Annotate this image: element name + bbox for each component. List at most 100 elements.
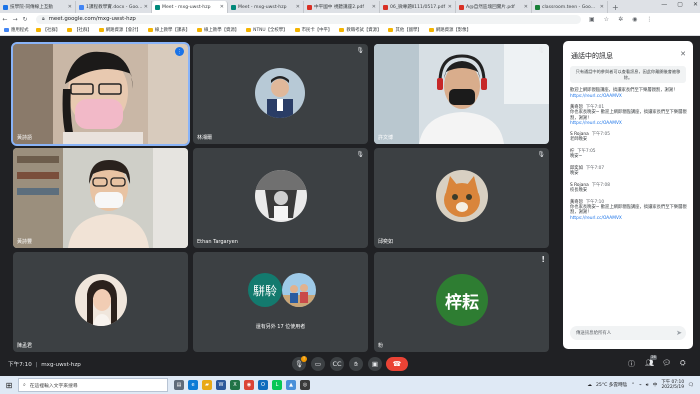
back-icon[interactable]: ←	[0, 16, 10, 23]
reload-icon[interactable]: ↻	[20, 16, 30, 23]
menu-icon[interactable]: ⋮	[646, 16, 652, 23]
browser-tab[interactable]: Meet - mxg-uwst-hzp ✕	[228, 1, 304, 13]
camera-icon[interactable]: ▣	[589, 16, 595, 23]
participant-name: 陳孟君	[17, 343, 33, 349]
windows-taskbar: ⊞ ⌕ 在這裡輸入文字來搜尋 ▤ e ▰ W X ◉ O L ▲ ◎ ☁ 25°…	[0, 376, 700, 394]
participant-tile-7[interactable]: 陳孟君	[13, 252, 188, 352]
raise-hand-button[interactable]: ✋︎	[349, 357, 363, 371]
participant-name: 許文博	[378, 135, 394, 141]
tab-favicon-icon	[155, 4, 160, 10]
tab-close-icon[interactable]: ✕	[448, 4, 452, 10]
windows-start-icon[interactable]: ⊞	[0, 381, 18, 390]
send-icon[interactable]: ➤	[676, 329, 682, 337]
close-icon[interactable]: ✕	[680, 50, 686, 58]
chrome-icon[interactable]: ◉	[244, 380, 254, 390]
participant-tile-9[interactable]: 梓耘 ! 粉	[374, 252, 549, 352]
outlook-icon[interactable]: O	[258, 380, 268, 390]
taskbar-clock[interactable]: 下午 07:10 2022/5/19	[661, 380, 684, 390]
volume-icon[interactable]: 🔊︎	[646, 382, 649, 388]
participant-name: 粉	[378, 343, 384, 349]
profile-icon[interactable]: ◉	[632, 16, 637, 23]
tray-arrow-icon[interactable]: ⌃	[631, 383, 635, 388]
forward-icon[interactable]: →	[10, 16, 20, 23]
folder-icon	[294, 28, 300, 32]
bookmark-item[interactable]: NTNU【全校學】	[246, 27, 288, 33]
bookmark-item[interactable]: 其他【國學】	[388, 27, 422, 33]
extensions-icon[interactable]: ✲	[618, 16, 623, 23]
tab-close-icon[interactable]: ✕	[220, 4, 224, 10]
chat-icon[interactable]: 💬︎	[662, 359, 671, 367]
folder-icon	[246, 28, 252, 32]
bookmark-item[interactable]: 市民卡【中平】	[294, 27, 332, 33]
word-icon[interactable]: W	[216, 380, 226, 390]
camera-app-icon[interactable]: ◎	[300, 380, 310, 390]
bookmark-item[interactable]: 【社群】	[67, 27, 92, 33]
folder-icon	[147, 28, 153, 32]
browser-tab[interactable]: 技學院-同傳線上互動 ✕	[0, 1, 76, 13]
participant-tile-3[interactable]: 🎙︎ 許文博	[374, 44, 549, 144]
taskbar-search-input[interactable]: ⌕ 在這裡輸入文字來搜尋	[18, 378, 168, 392]
maximize-icon[interactable]: ▢	[677, 1, 683, 8]
browser-tab[interactable]: 中平國中 視聽講座2.pdf ✕	[304, 1, 380, 13]
captions-button[interactable]: CC	[330, 357, 344, 371]
meeting-code: mxg-uwst-hzp	[41, 362, 81, 368]
minimize-icon[interactable]: —	[661, 1, 667, 8]
participant-tile-2[interactable]: 🎙︎ 林湘爾	[193, 44, 368, 144]
chat-link[interactable]: https://reurl.cc/OAAMVX	[570, 216, 687, 221]
browser-tab[interactable]: A@自然區塊回實片.pdf ✕	[456, 1, 532, 13]
bookmark-item[interactable]: 應用程式	[4, 27, 29, 33]
bookmark-star-icon[interactable]: ☆	[604, 16, 609, 23]
bookmark-item[interactable]: 線上教學【課表】	[147, 27, 190, 33]
chat-text: 你也家長晚安~ 歡迎上網即親臨講座，搞讓家長們至下樂層親割，謝謝！	[570, 109, 687, 121]
line-icon[interactable]: L	[272, 380, 282, 390]
participant-name: 邱奕如	[378, 239, 394, 245]
browser-tab-strip: 技學院-同傳線上互動 ✕ 1課程教學實.docx - Goo... ✕ Meet - m…	[0, 0, 700, 13]
bookmark-item[interactable]: 教職考試【資源】	[339, 27, 381, 33]
tab-close-icon[interactable]: ✕	[296, 4, 300, 10]
folder-icon	[98, 28, 104, 32]
browser-tab[interactable]: classroom.teen - Goo... ✕	[532, 1, 608, 13]
photos-icon[interactable]: ▲	[286, 380, 296, 390]
browser-tab[interactable]: Meet - mxg-uwst-hzp ✕	[152, 1, 228, 13]
file-explorer-icon[interactable]: ▰	[202, 380, 212, 390]
notifications-icon[interactable]: 🗨︎	[688, 383, 694, 388]
bookmark-item[interactable]: 網路資源【會計】	[98, 27, 141, 33]
tab-close-icon[interactable]: ✕	[600, 4, 604, 10]
participant-tile-5[interactable]: 🎙︎ Ethan Targaryen	[193, 148, 368, 248]
chat-message: S Rojana 下午7:05 老師晚安	[570, 131, 687, 143]
tab-close-icon[interactable]: ✕	[372, 4, 376, 10]
camera-button[interactable]: ▭	[311, 357, 325, 371]
bookmark-item[interactable]: 線上教學【資源】	[197, 27, 239, 33]
close-window-icon[interactable]: ✕	[693, 1, 698, 8]
present-screen-share-button[interactable]: ▣	[368, 357, 382, 371]
people-icon[interactable]: 👥︎	[645, 359, 654, 367]
network-icon[interactable]: ⌁	[639, 383, 642, 388]
participant-name: 黃詩語	[17, 135, 33, 141]
task-view-icon[interactable]: ▤	[174, 380, 184, 390]
new-tab-icon[interactable]: +	[612, 3, 619, 12]
browser-tab[interactable]: 1課程教學實.docx - Goo... ✕	[76, 1, 152, 13]
url-field[interactable]: 🔒︎ meet.google.com/mxg-uwst-hzp	[36, 14, 581, 24]
ime-icon[interactable]: 中	[653, 382, 658, 388]
meeting-info-icon[interactable]: ⓘ	[628, 359, 635, 369]
participant-tile-1[interactable]: ⋮ 黃詩語	[11, 42, 190, 146]
tab-close-icon[interactable]: ✕	[524, 4, 528, 10]
participant-tile-8[interactable]: 駢駖 還有另外 17 位使用者	[193, 252, 368, 352]
more-options-icon[interactable]: !	[541, 255, 545, 264]
edge-icon[interactable]: e	[188, 380, 198, 390]
participant-tile-4[interactable]: 黃詩豐	[13, 148, 188, 248]
chat-link[interactable]: https://reurl.cc/OAAMVX	[570, 94, 687, 99]
tab-close-icon[interactable]: ✕	[144, 4, 148, 10]
bookmark-item[interactable]: 網路資源【影像】	[428, 27, 471, 33]
chat-input[interactable]: 傳送訊息給所有人	[570, 326, 686, 340]
leave-call-button[interactable]: ☎︎	[386, 357, 408, 371]
weather-text: 25°C 多雲時陰	[595, 383, 628, 388]
activities-icon[interactable]: ⛭	[680, 359, 686, 368]
tab-favicon-icon	[383, 4, 388, 10]
excel-icon[interactable]: X	[230, 380, 240, 390]
bookmark-item[interactable]: 【社群】	[35, 27, 60, 33]
chat-link[interactable]: https://reurl.cc/OAAMVX	[570, 121, 687, 126]
tab-close-icon[interactable]: ✕	[68, 4, 72, 10]
participant-tile-6[interactable]: 🎙︎ 邱奕如	[374, 148, 549, 248]
browser-tab[interactable]: 06_微專題Ⅱ111/0517.pdf ✕	[380, 1, 456, 13]
